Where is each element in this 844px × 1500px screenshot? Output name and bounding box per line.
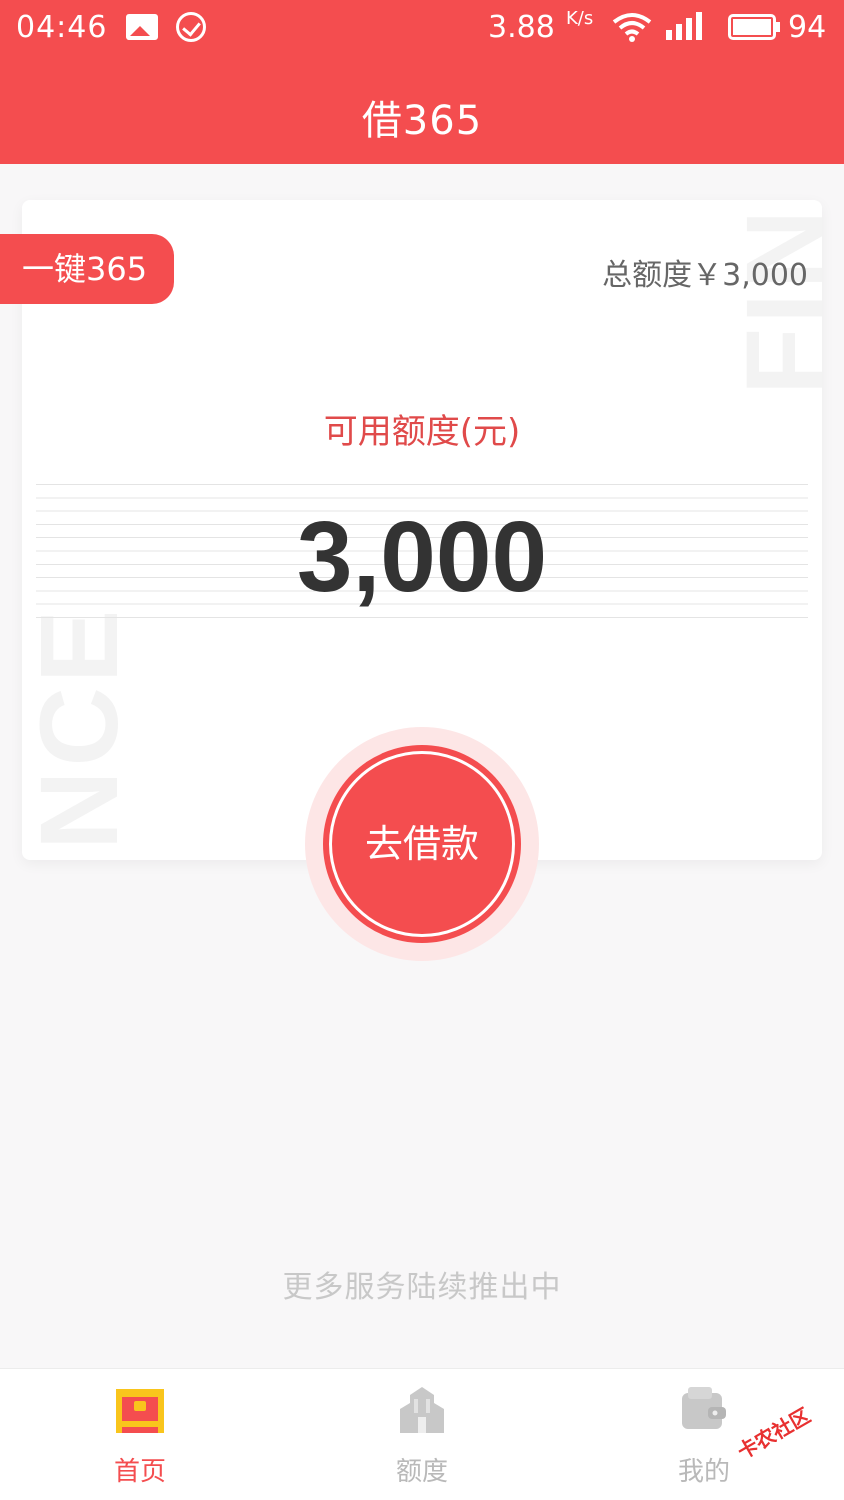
bottom-tab-bar: 首页 额度 我的 [0,1368,844,1500]
watermark-nce: NCE [18,605,141,850]
tab-limit-label: 额度 [395,1457,448,1487]
wallet-icon [682,1387,726,1429]
check-circle-icon [176,12,206,42]
one-click-tag-button[interactable]: 一键365 [0,234,174,304]
building-icon [400,1387,444,1433]
status-time: 04:46 [16,10,108,45]
app-header: 04:46 3.88 K/s 94 借365 [0,0,844,164]
more-services-note: 更多服务陆续推出中 [282,1270,562,1305]
gallery-icon [126,14,158,40]
network-speed-unit: K/s [566,8,594,29]
available-amount: 3,000 [296,501,548,613]
tab-home[interactable]: 首页 [70,1369,210,1500]
watermark-fina: FINA [724,200,822,395]
borrow-button[interactable]: 去借款 [329,751,515,937]
network-speed: 3.88 [488,10,555,45]
available-limit-label: 可用额度(元) [323,412,521,452]
tab-home-label: 首页 [113,1457,166,1487]
tab-limit[interactable]: 额度 [352,1369,492,1500]
battery-level: 94 [788,10,827,45]
battery-icon [728,14,780,40]
total-limit-text: 总额度￥3,000 [602,258,808,293]
signal-4g-icon [666,12,702,40]
wifi-icon [612,13,652,42]
home-chest-icon [116,1389,164,1433]
status-bar: 04:46 3.88 K/s 94 [0,0,844,56]
page-title: 借365 [361,98,483,144]
